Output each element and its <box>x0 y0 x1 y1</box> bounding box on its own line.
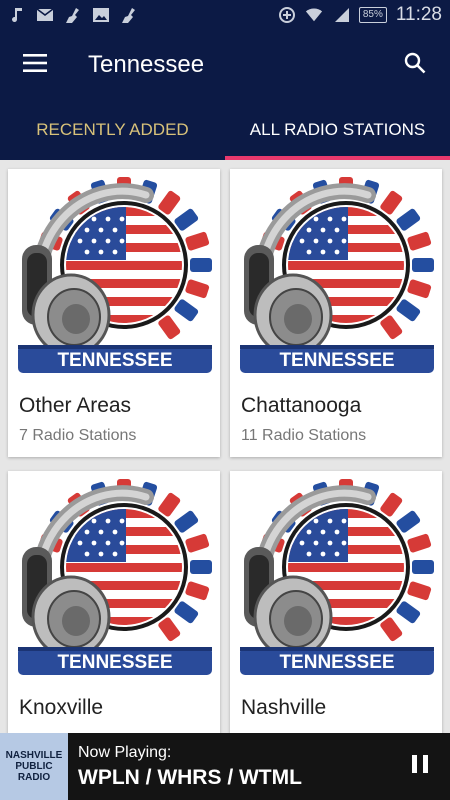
station-logo: NASHVILLE PUBLIC RADIO <box>0 733 68 800</box>
city-card-chattanooga[interactable]: TENNESSEE Chattanooga 11 Radio Stations <box>230 169 442 457</box>
signal-icon <box>332 6 350 24</box>
data-saver-icon <box>278 6 296 24</box>
battery-icon: 85% <box>358 7 387 23</box>
image-icon <box>92 6 110 24</box>
city-card-knoxville[interactable]: TENNESSEE Knoxville <box>8 471 220 733</box>
menu-button[interactable] <box>0 30 70 100</box>
tennessee-radio-logo: TENNESSEE <box>238 175 434 375</box>
status-bar: 85% 11:28 <box>0 0 450 30</box>
search-button[interactable] <box>380 30 450 100</box>
card-badge: TENNESSEE <box>279 652 394 673</box>
card-subtitle: 7 Radio Stations <box>19 427 137 444</box>
pause-icon <box>411 754 429 779</box>
station-logo-line1: NASHVILLE <box>5 750 63 761</box>
card-badge: TENNESSEE <box>279 350 394 371</box>
tab-recently-added[interactable]: RECENTLY ADDED <box>0 100 225 160</box>
station-logo-line2: PUBLIC RADIO <box>15 761 53 783</box>
cleaner-icon <box>64 6 82 24</box>
music-icon <box>8 6 26 24</box>
tennessee-radio-logo: TENNESSEE <box>238 477 434 677</box>
city-card-nashville[interactable]: TENNESSEE Nashville <box>230 471 442 733</box>
card-title: Other Areas <box>19 394 132 417</box>
system-status: 85% 11:28 <box>278 4 442 26</box>
card-badge: TENNESSEE <box>57 652 172 673</box>
notification-icons <box>8 6 138 24</box>
cleaner-icon <box>120 6 138 24</box>
tennessee-radio-logo: TENNESSEE <box>16 477 212 677</box>
mail-icon <box>36 6 54 24</box>
card-subtitle: 11 Radio Stations <box>241 427 367 444</box>
tennessee-radio-logo: TENNESSEE <box>16 175 212 375</box>
app-bar: Tennessee <box>0 30 450 100</box>
city-card-other-areas[interactable]: TENNESSEE Other Areas 7 Radio Stations <box>8 169 220 457</box>
tab-bar: RECENTLY ADDED ALL RADIO STATIONS <box>0 100 450 160</box>
stations-grid: TENNESSEE Other Areas 7 Radio Stations T… <box>0 160 450 733</box>
card-title: Knoxville <box>19 696 104 719</box>
page-title: Tennessee <box>88 51 205 78</box>
card-badge: TENNESSEE <box>57 350 172 371</box>
card-title: Chattanooga <box>241 394 362 417</box>
hamburger-menu-icon <box>23 53 47 77</box>
now-playing-info: Now Playing: WPLN / WHRS / WTML <box>78 744 302 790</box>
search-icon <box>403 51 427 80</box>
clock-time: 11:28 <box>395 4 442 25</box>
now-playing-station: WPLN / WHRS / WTML <box>78 765 302 789</box>
now-playing-bar[interactable]: NASHVILLE PUBLIC RADIO Now Playing: WPLN… <box>0 733 450 800</box>
card-title: Nashville <box>241 696 327 719</box>
wifi-icon <box>305 6 323 24</box>
tab-all-radio-stations[interactable]: ALL RADIO STATIONS <box>225 100 450 160</box>
now-playing-label: Now Playing: <box>78 743 172 761</box>
pause-button[interactable] <box>390 733 450 800</box>
